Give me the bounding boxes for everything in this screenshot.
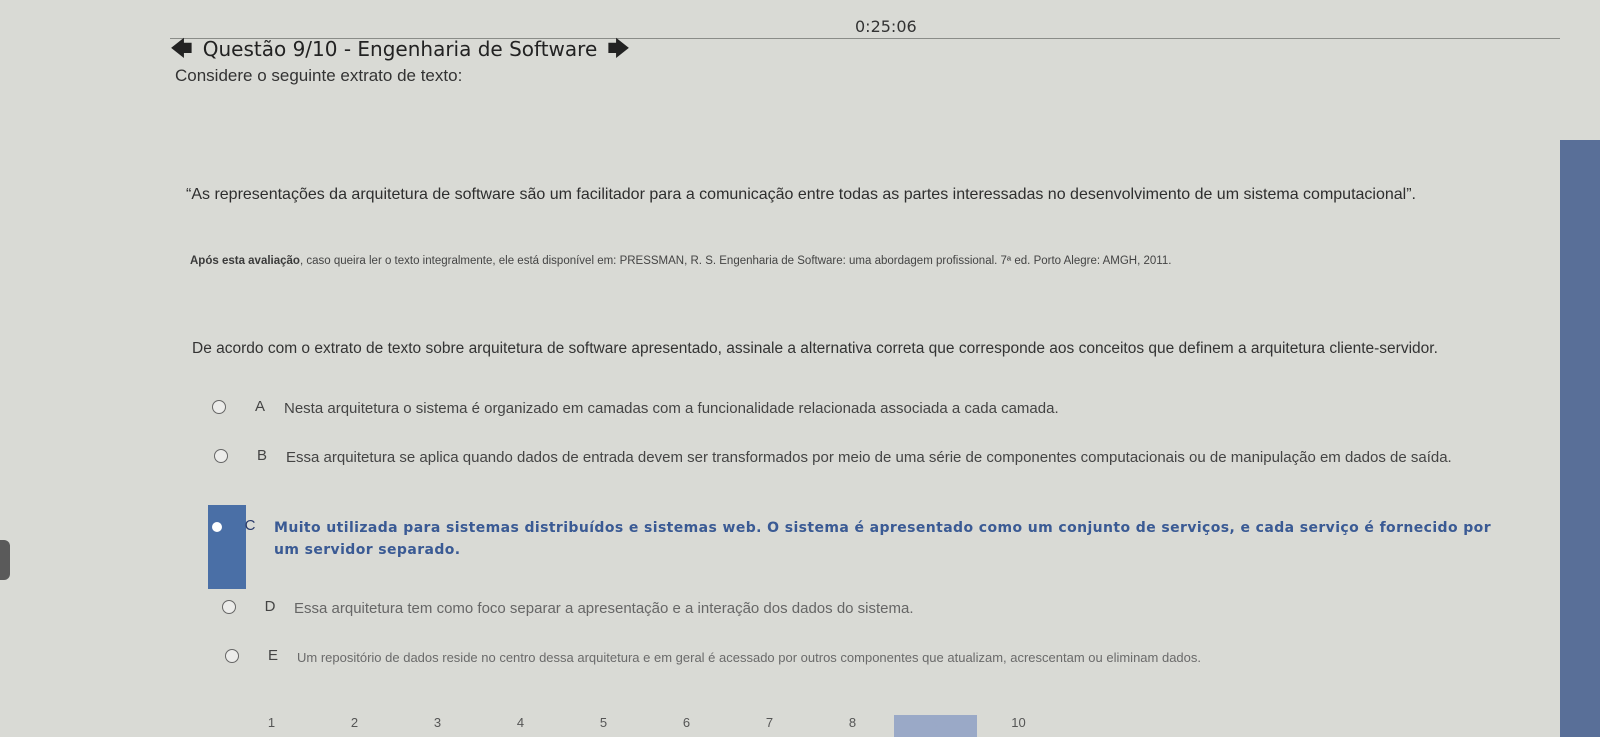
- arrow-left-icon[interactable]: 🡄: [170, 38, 193, 60]
- option-b[interactable]: B Essa arquitetura se aplica quando dado…: [214, 447, 1504, 469]
- source-bold: Após esta avaliação: [190, 255, 300, 267]
- question-header: 🡄 Questão 9/10 - Engenharia de Software …: [170, 36, 630, 62]
- page-9[interactable]: 9: [894, 715, 977, 737]
- left-edge-handle: [0, 540, 10, 580]
- source-rest: , caso queira ler o texto integralmente,…: [299, 255, 1172, 267]
- option-text: Um repositório de dados reside no centro…: [297, 650, 1202, 665]
- page-10[interactable]: 10: [977, 715, 1060, 737]
- option-text: Essa arquitetura tem como foco separar a…: [294, 600, 914, 617]
- page-4[interactable]: 4: [479, 715, 562, 737]
- option-letter: E: [267, 647, 278, 664]
- option-d[interactable]: D Essa arquitetura tem como foco separar…: [222, 598, 1522, 620]
- option-letter: C: [244, 517, 256, 534]
- option-a[interactable]: A Nesta arquitetura o sistema é organiza…: [212, 398, 1512, 420]
- right-edge-panel: [1560, 140, 1600, 737]
- page-3[interactable]: 3: [396, 715, 479, 737]
- radio-c[interactable]: [212, 522, 222, 532]
- question-text: De acordo com o extrato de texto sobre a…: [192, 340, 1438, 357]
- quote-text: “As representações da arquitetura de sof…: [186, 186, 1416, 203]
- option-e[interactable]: E Um repositório de dados reside no cent…: [225, 647, 1555, 669]
- page-title: Questão 9/10 - Engenharia de Software: [202, 37, 598, 61]
- option-letter: D: [264, 598, 276, 615]
- option-letter: B: [256, 447, 267, 464]
- page-5[interactable]: 5: [562, 715, 645, 737]
- option-text: Muito utilizada para sistemas distribuíd…: [274, 520, 1491, 558]
- radio-a[interactable]: [212, 400, 226, 414]
- timer: 0:25:06: [855, 17, 917, 36]
- page-2[interactable]: 2: [313, 715, 396, 737]
- radio-d[interactable]: [222, 600, 236, 614]
- option-text: Nesta arquitetura o sistema é organizado…: [284, 400, 1059, 417]
- radio-b[interactable]: [214, 449, 228, 463]
- option-letter: A: [254, 398, 265, 415]
- radio-e[interactable]: [225, 649, 239, 663]
- intro-text: Considere o seguinte extrato de texto:: [175, 66, 463, 85]
- page-1[interactable]: 1: [230, 715, 313, 737]
- option-c[interactable]: C Muito utilizada para sistemas distribu…: [210, 517, 1510, 561]
- option-text: Essa arquitetura se aplica quando dados …: [286, 449, 1452, 466]
- source-reference: Após esta avaliação, caso queira ler o t…: [190, 255, 1590, 267]
- question-pagination: 1 2 3 4 5 6 7 8 9 10: [230, 715, 1060, 737]
- arrow-right-icon[interactable]: 🡆: [607, 38, 630, 60]
- page-6[interactable]: 6: [645, 715, 728, 737]
- page-7[interactable]: 7: [728, 715, 811, 737]
- page-8[interactable]: 8: [811, 715, 894, 737]
